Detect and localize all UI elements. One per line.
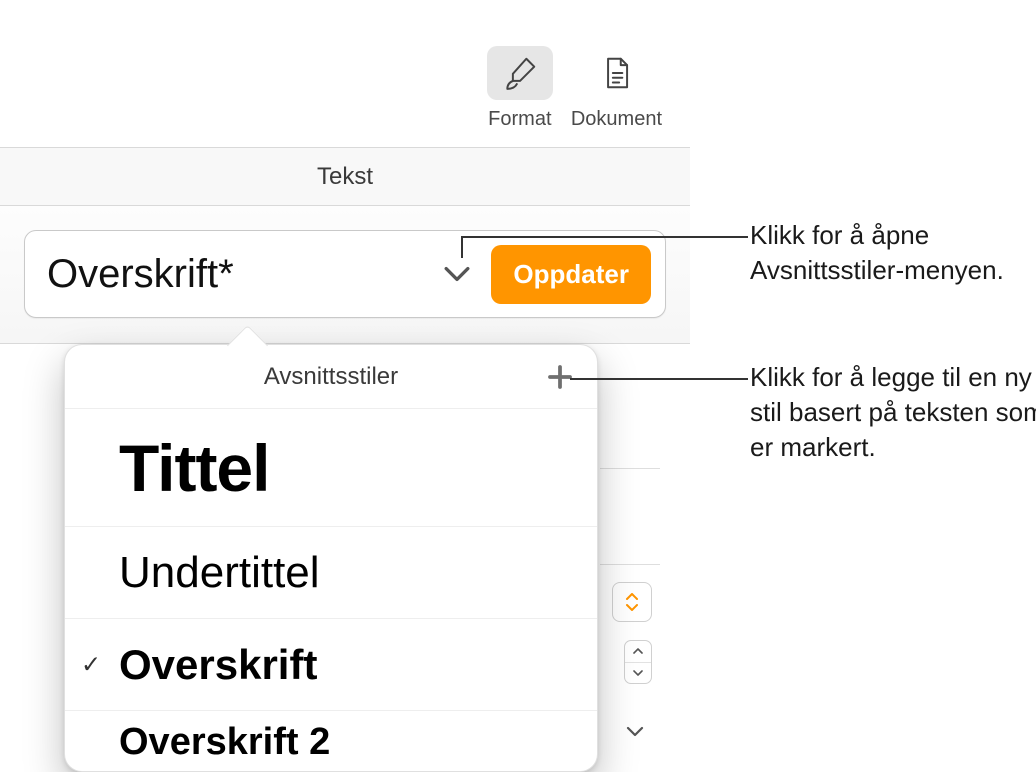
- document-tab-label: Dokument: [571, 108, 662, 131]
- current-style-name: Overskrift*: [47, 252, 437, 297]
- document-tab[interactable]: Dokument: [571, 46, 662, 131]
- callout-leader-line: [461, 236, 463, 258]
- callouts-region: Klikk for å åpne Avsnittsstiler-menyen. …: [690, 0, 1036, 758]
- style-label: Tittel: [119, 430, 269, 506]
- stepper-up[interactable]: [625, 641, 651, 663]
- style-label: Undertittel: [119, 548, 320, 598]
- callout-add-style: Klikk for å legge til en ny stil basert …: [750, 360, 1036, 465]
- paragraph-style-selector[interactable]: Overskrift* Oppdater: [24, 230, 666, 318]
- style-item-overskrift[interactable]: ✓ Overskrift: [65, 619, 597, 711]
- popover-title: Avsnittsstiler: [264, 363, 398, 391]
- checkmark-icon: ✓: [81, 650, 101, 679]
- inspector-toolbar: Format Dokument: [0, 18, 690, 148]
- format-tab-label: Format: [488, 108, 551, 131]
- style-list: Tittel Undertittel ✓ Overskrift Overskri…: [65, 409, 597, 771]
- style-item-tittel[interactable]: Tittel: [65, 409, 597, 527]
- text-inspector-tab[interactable]: Tekst: [0, 148, 690, 206]
- paragraph-style-section: Overskrift* Oppdater: [0, 206, 690, 344]
- chevron-down-icon: [437, 265, 477, 283]
- size-stepper[interactable]: [624, 640, 652, 684]
- stepper-down[interactable]: [625, 663, 651, 684]
- disclosure-toggle[interactable]: [620, 716, 650, 746]
- format-tab[interactable]: Format: [487, 46, 553, 131]
- update-style-button[interactable]: Oppdater: [491, 245, 651, 304]
- style-item-undertittel[interactable]: Undertittel: [65, 527, 597, 619]
- add-style-button[interactable]: [543, 360, 577, 394]
- style-item-overskrift-2[interactable]: Overskrift 2: [65, 711, 597, 771]
- document-icon: [583, 46, 649, 100]
- popup-button[interactable]: [612, 582, 652, 622]
- popover-title-bar: Avsnittsstiler: [65, 345, 597, 409]
- style-label: Overskrift: [119, 641, 317, 689]
- paragraph-styles-popover: Avsnittsstiler Tittel Undertittel ✓ Over…: [64, 344, 598, 772]
- paintbrush-icon: [487, 46, 553, 100]
- text-tab-label: Tekst: [317, 163, 373, 191]
- callout-open-menu: Klikk for å åpne Avsnittsstiler-menyen.: [750, 218, 1036, 288]
